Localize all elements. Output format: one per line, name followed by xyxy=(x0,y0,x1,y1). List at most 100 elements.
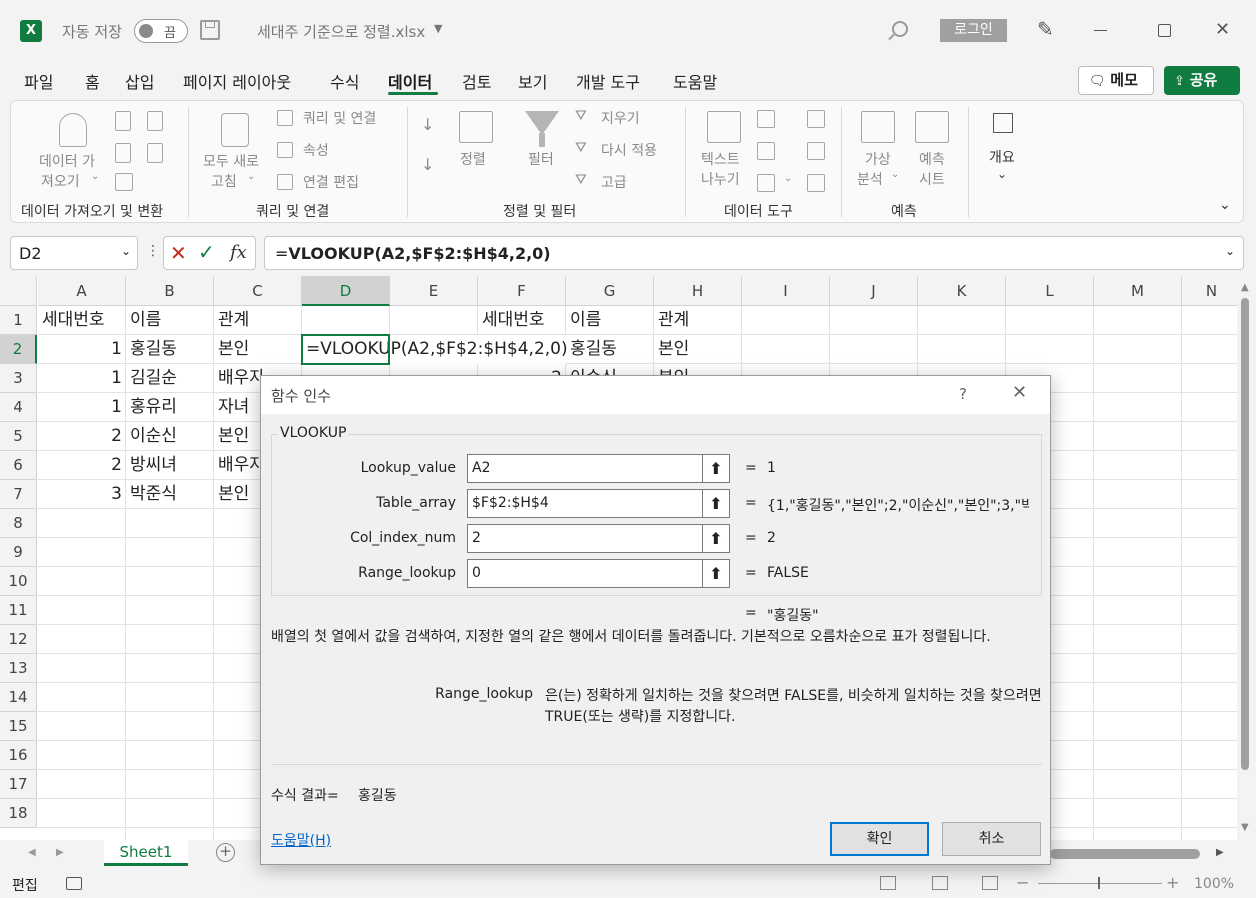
memo-button[interactable]: 🗨 메모 xyxy=(1078,66,1154,95)
from-text-icon[interactable] xyxy=(115,111,131,131)
column-header[interactable]: E xyxy=(390,276,478,306)
sheet-tab-sheet1[interactable]: Sheet1 xyxy=(104,840,188,866)
row-header[interactable]: 17 xyxy=(0,770,37,799)
row-header[interactable]: 4 xyxy=(0,393,37,422)
collapse-dialog-icon[interactable]: ⬆ xyxy=(703,524,730,553)
minimize-icon[interactable] xyxy=(1094,30,1107,31)
column-header[interactable]: H xyxy=(654,276,742,306)
scroll-right-icon[interactable]: ▶ xyxy=(1216,847,1224,858)
file-name[interactable]: 세대주 기준으로 정렬.xlsx xyxy=(257,21,425,42)
forecast-sheet-button[interactable]: 예측 xyxy=(919,149,945,169)
confirm-edit-icon[interactable]: ✓ xyxy=(198,240,215,264)
consolidate-icon[interactable] xyxy=(807,110,825,128)
column-header[interactable]: B xyxy=(126,276,214,306)
cell-a3[interactable]: 1 xyxy=(38,364,126,393)
clear-button[interactable]: 지우기 xyxy=(601,108,640,128)
row-header[interactable]: 18 xyxy=(0,799,37,828)
row-header[interactable]: 7 xyxy=(0,480,37,509)
autosave-toggle[interactable]: 끔 xyxy=(134,19,188,43)
zoom-out-icon[interactable]: − xyxy=(1016,873,1029,892)
sort-az-icon[interactable]: ↓ xyxy=(421,115,434,134)
tab-formulas[interactable]: 수식 xyxy=(330,69,359,93)
cell-c1[interactable]: 관계 xyxy=(214,306,302,335)
share-button[interactable]: ⇪ 공유 xyxy=(1164,66,1240,95)
row-header[interactable]: 9 xyxy=(0,538,37,567)
cell-g2[interactable]: 홍길동 xyxy=(566,335,654,364)
maximize-icon[interactable] xyxy=(1158,24,1171,37)
cell-b5[interactable]: 이순신 xyxy=(126,422,214,451)
horizontal-scrollbar-thumb[interactable] xyxy=(1050,849,1200,859)
cancel-button[interactable]: 취소 xyxy=(942,822,1041,856)
column-header[interactable]: M xyxy=(1094,276,1182,306)
zoom-in-icon[interactable]: + xyxy=(1166,873,1179,892)
cell-b3[interactable]: 김길순 xyxy=(126,364,214,393)
tab-developer[interactable]: 개발 도구 xyxy=(576,69,640,93)
column-header[interactable]: J xyxy=(830,276,918,306)
get-data-button[interactable]: 데이터 가 xyxy=(39,151,95,171)
normal-view-icon[interactable] xyxy=(880,876,896,890)
relationships-icon[interactable] xyxy=(807,142,825,160)
login-button[interactable]: 로그인 xyxy=(940,19,1007,42)
collapse-dialog-icon[interactable]: ⬆ xyxy=(703,559,730,588)
dialog-titlebar[interactable]: 함수 인수 ? ✕ xyxy=(261,376,1050,414)
collapse-dialog-icon[interactable]: ⬆ xyxy=(703,489,730,518)
refresh-all-label-2[interactable]: 고침 xyxy=(211,171,237,191)
outline-chevron-icon[interactable]: ⌄ xyxy=(997,167,1007,181)
column-header[interactable]: C xyxy=(214,276,302,306)
cancel-edit-icon[interactable]: ✕ xyxy=(170,241,187,265)
cell-f1[interactable]: 세대번호 xyxy=(478,306,566,335)
page-layout-view-icon[interactable] xyxy=(932,876,948,890)
what-if-button[interactable]: 가상 xyxy=(865,149,891,169)
reapply-button[interactable]: 다시 적용 xyxy=(601,140,657,160)
row-header[interactable]: 15 xyxy=(0,712,37,741)
properties-button[interactable]: 속성 xyxy=(303,140,329,160)
what-if-label-2[interactable]: 분석 xyxy=(857,169,883,189)
data-validation-chevron-icon[interactable]: ⌄ xyxy=(784,173,792,184)
formula-input[interactable]: =VLOOKUP(A2,$F$2:$H$4,2,0) ⌄ xyxy=(264,236,1244,270)
cell-a1[interactable]: 세대번호 xyxy=(38,306,126,335)
sort-za-icon[interactable]: ↓ xyxy=(421,155,434,174)
prev-sheet-icon[interactable]: ◀ xyxy=(28,847,36,858)
page-break-view-icon[interactable] xyxy=(982,876,998,890)
tab-review[interactable]: 검토 xyxy=(462,69,491,93)
tab-view[interactable]: 보기 xyxy=(518,69,547,93)
from-web-icon[interactable] xyxy=(115,143,131,163)
help-icon[interactable]: ? xyxy=(959,385,967,403)
column-header[interactable]: G xyxy=(566,276,654,306)
next-sheet-icon[interactable]: ▶ xyxy=(56,847,64,858)
tab-data[interactable]: 데이터 xyxy=(388,69,432,93)
name-box-chevron-icon[interactable]: ⌄ xyxy=(121,244,131,258)
recent-sources-icon[interactable] xyxy=(147,111,163,131)
name-box[interactable]: D2 ⌄ xyxy=(10,236,138,270)
tab-help[interactable]: 도움말 xyxy=(673,69,717,93)
arg-input[interactable]: 0 xyxy=(467,559,703,588)
cell-b6[interactable]: 방씨녀 xyxy=(126,451,214,480)
row-header[interactable]: 11 xyxy=(0,596,37,625)
flash-fill-icon[interactable] xyxy=(757,110,775,128)
column-header[interactable]: I xyxy=(742,276,830,306)
cell-c2[interactable]: 본인 xyxy=(214,335,302,364)
help-link[interactable]: 도움말(H) xyxy=(271,830,331,850)
pen-icon[interactable]: ✎ xyxy=(1037,17,1054,41)
cell-a7[interactable]: 3 xyxy=(38,480,126,509)
arg-input[interactable]: A2 xyxy=(467,454,703,483)
cell-b1[interactable]: 이름 xyxy=(126,306,214,335)
column-header[interactable]: A xyxy=(38,276,126,306)
ribbon-collapse-icon[interactable]: ⌄ xyxy=(1219,197,1231,213)
column-header[interactable]: F xyxy=(478,276,566,306)
row-header[interactable]: 2 xyxy=(0,335,37,364)
scroll-down-icon[interactable]: ▼ xyxy=(1241,822,1249,833)
cell-a2[interactable]: 1 xyxy=(38,335,126,364)
row-header[interactable]: 1 xyxy=(0,306,37,335)
close-icon[interactable]: ✕ xyxy=(1215,19,1230,40)
cell-a4[interactable]: 1 xyxy=(38,393,126,422)
formula-expand-icon[interactable]: ⌄ xyxy=(1225,244,1235,258)
edit-links-button[interactable]: 연결 편집 xyxy=(303,172,359,192)
queries-connections-button[interactable]: 쿼리 및 연결 xyxy=(303,108,376,128)
tab-page-layout[interactable]: 페이지 레이아웃 xyxy=(183,69,291,93)
filter-button[interactable]: 필터 xyxy=(528,149,554,169)
save-icon[interactable] xyxy=(200,20,220,40)
remove-duplicates-icon[interactable] xyxy=(757,142,775,160)
cell-h2[interactable]: 본인 xyxy=(654,335,742,364)
row-header[interactable]: 5 xyxy=(0,422,37,451)
